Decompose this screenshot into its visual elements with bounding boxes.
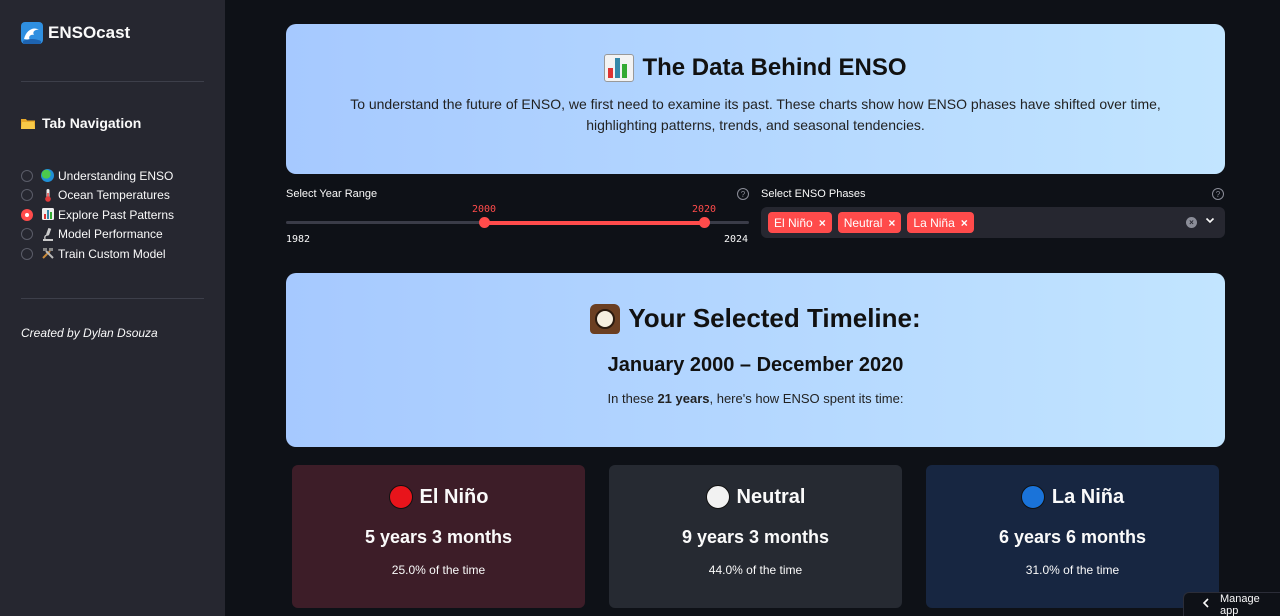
chevron-down-icon[interactable] xyxy=(1205,214,1215,228)
timeline-range: January 2000 – December 2020 xyxy=(607,354,904,376)
sidebar: ENSOcast Tab Navigation Understanding EN… xyxy=(0,0,225,616)
sidebar-divider xyxy=(21,81,204,82)
phases-multiselect[interactable]: El Niño × Neutral × La Niña × × xyxy=(761,207,1225,238)
blue-circle-icon xyxy=(1020,485,1045,509)
thermometer-icon xyxy=(41,188,54,202)
remove-tag-icon[interactable]: × xyxy=(961,216,968,230)
nav-item-train-custom-model[interactable]: Train Custom Model xyxy=(21,244,174,264)
nav-title: Tab Navigation xyxy=(21,115,141,131)
phase-card-el-nino: El Niño 5 years 3 months 25.0% of the ti… xyxy=(292,465,585,608)
slider-end-value: 2020 xyxy=(692,204,717,215)
tag-la-nina: La Niña × xyxy=(907,212,974,233)
phase-percentage: 44.0% of the time xyxy=(708,563,803,577)
year-range-label: Select Year Range xyxy=(286,188,378,200)
radio-button[interactable] xyxy=(21,247,33,260)
radio-button[interactable] xyxy=(21,228,33,241)
phase-duration: 6 years 6 months xyxy=(998,527,1147,547)
tag-neutral: Neutral × xyxy=(837,212,902,233)
red-circle-icon xyxy=(388,485,413,509)
bar-chart-icon xyxy=(604,54,635,82)
year-range-fill xyxy=(485,221,705,225)
phase-percentage: 25.0% of the time xyxy=(391,563,486,577)
phase-duration: 5 years 3 months xyxy=(364,527,513,547)
nav-item-understanding-enso[interactable]: Understanding ENSO xyxy=(21,166,174,186)
slider-max-label: 2024 xyxy=(724,234,749,245)
phase-card-neutral: Neutral 9 years 3 months 44.0% of the ti… xyxy=(609,465,902,608)
slider-start-handle[interactable] xyxy=(479,217,490,228)
hero-description: To understand the future of ENSO, we fir… xyxy=(350,96,1161,133)
phase-card-la-nina: La Niña 6 years 6 months 31.0% of the ti… xyxy=(926,465,1219,608)
phase-percentage: 31.0% of the time xyxy=(1025,563,1120,577)
timeline-summary: In these 21 years, here's how ENSO spent… xyxy=(607,391,904,406)
bar-chart-icon xyxy=(41,208,54,221)
app-name: ENSOcast xyxy=(48,23,131,42)
white-circle-icon xyxy=(705,485,730,509)
radio-button[interactable] xyxy=(21,169,33,182)
slider-min-label: 1982 xyxy=(286,234,311,245)
help-icon[interactable]: ? xyxy=(737,188,749,200)
slider-end-handle[interactable] xyxy=(699,217,710,228)
credit-text: Created by Dylan Dsouza xyxy=(21,326,158,340)
slider-start-value: 2000 xyxy=(472,204,497,215)
folder-icon xyxy=(21,119,35,129)
hero-title: The Data Behind ENSO xyxy=(286,54,1225,82)
remove-tag-icon[interactable]: × xyxy=(819,216,826,230)
selected-timeline-card: Your Selected Timeline: January 2000 – D… xyxy=(286,273,1225,447)
app-logo: ENSOcast xyxy=(21,22,130,44)
phases-select-label: Select ENSO Phases xyxy=(761,188,866,200)
data-behind-enso-card: The Data Behind ENSO To understand the f… xyxy=(286,24,1225,174)
wave-icon xyxy=(21,22,43,44)
microscope-icon xyxy=(41,227,54,241)
radio-button-selected[interactable] xyxy=(21,208,33,221)
radio-button[interactable] xyxy=(21,189,33,202)
chevron-left-icon xyxy=(1202,598,1210,611)
help-icon[interactable]: ? xyxy=(1212,188,1224,200)
timeline-title: Your Selected Timeline: xyxy=(286,303,1225,334)
manage-app-button[interactable]: Manage app xyxy=(1183,592,1280,616)
clock-icon xyxy=(590,303,621,334)
tools-icon xyxy=(41,247,54,260)
sidebar-divider xyxy=(21,298,204,299)
tag-el-nino: El Niño × xyxy=(768,212,832,233)
remove-tag-icon[interactable]: × xyxy=(888,216,895,230)
globe-icon xyxy=(41,169,54,183)
nav-item-ocean-temperatures[interactable]: Ocean Temperatures xyxy=(21,186,174,206)
nav-item-model-performance[interactable]: Model Performance xyxy=(21,225,174,245)
tab-navigation-radio: Understanding ENSO Ocean Temperatures Ex… xyxy=(21,166,174,264)
nav-item-explore-past-patterns[interactable]: Explore Past Patterns xyxy=(21,205,174,225)
phase-duration: 9 years 3 months xyxy=(681,527,830,547)
clear-all-icon[interactable]: × xyxy=(1186,217,1197,228)
